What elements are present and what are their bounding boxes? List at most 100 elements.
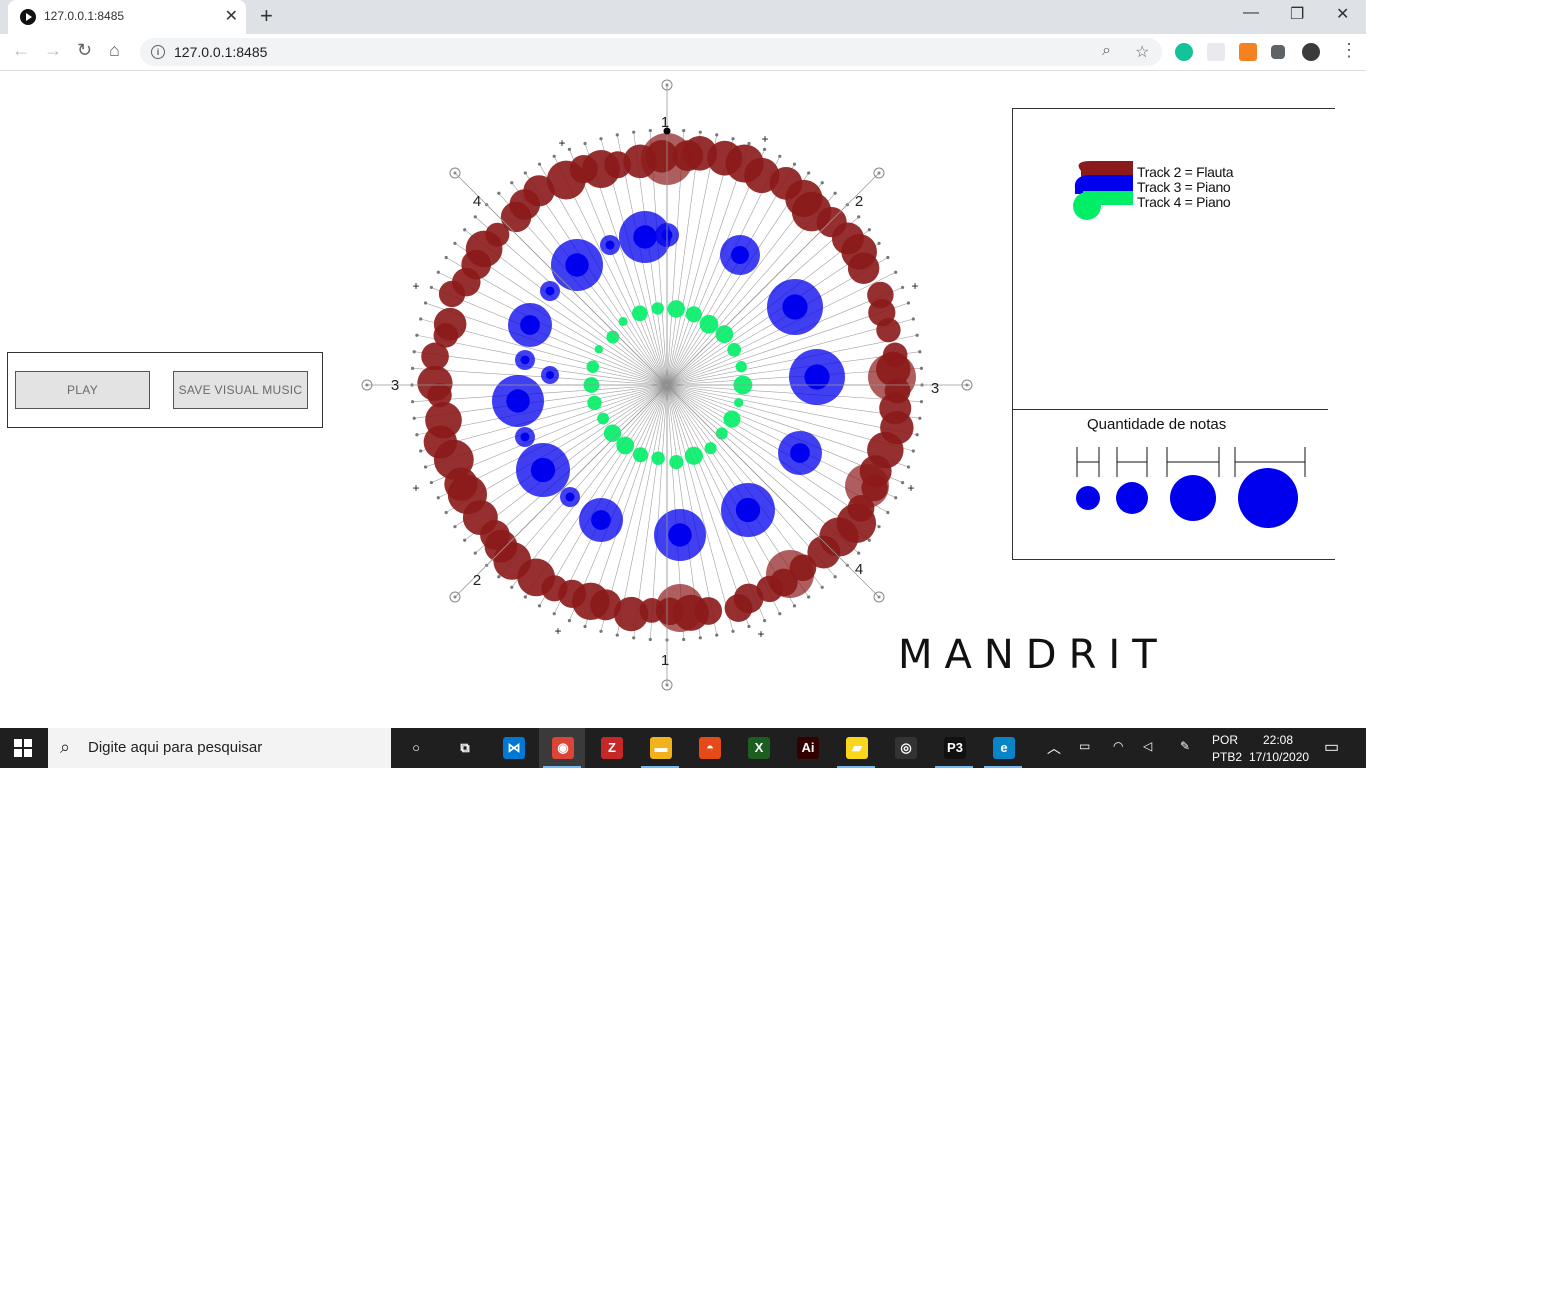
battery-icon[interactable]: ▭ <box>1079 739 1090 753</box>
taskbar-app-xming[interactable]: X <box>735 728 781 768</box>
legend-panel: Track 2 = Flauta Track 3 = Piano Track 4… <box>1012 108 1335 560</box>
language-top[interactable]: POR <box>1212 733 1238 747</box>
site-info-icon[interactable]: i <box>151 45 165 59</box>
tick-dot <box>747 141 751 146</box>
browser-toolbar: ← → ↻ ⌂ i 127.0.0.1:8485 ⌕ ☆ ⋮ <box>0 34 1366 71</box>
clock-date[interactable]: 17/10/2020 <box>1249 750 1309 764</box>
home-button[interactable]: ⌂ <box>109 40 120 61</box>
tick-dot <box>453 241 457 245</box>
pen-icon[interactable]: ✎ <box>1180 739 1190 753</box>
piano-4-note <box>651 302 664 315</box>
tick-dot <box>820 585 824 589</box>
address-bar[interactable]: i 127.0.0.1:8485 ⌕ ☆ <box>140 38 1162 66</box>
taskbar-app-processing[interactable]: P3 <box>931 728 977 768</box>
back-button[interactable]: ← <box>12 40 30 61</box>
taskbar-app-vpn[interactable]: ◓ <box>686 728 732 768</box>
tick-dot <box>877 525 881 529</box>
bookmark-star-icon[interactable]: ☆ <box>1135 42 1149 62</box>
tick-dot <box>833 575 837 579</box>
axis-label-top: 1 <box>661 114 669 131</box>
tick-dot <box>886 510 890 515</box>
browser-tab[interactable]: 127.0.0.1:8485 ✕ <box>8 0 246 34</box>
piano-4-note <box>727 342 741 357</box>
piano-4-note <box>633 447 649 463</box>
piano-4-note <box>669 455 684 470</box>
windows-start-icon[interactable] <box>14 739 32 757</box>
play-button[interactable]: PLAY <box>15 371 150 409</box>
close-window-button[interactable]: ✕ <box>1336 4 1349 24</box>
axis-label-right: 3 <box>931 380 939 397</box>
piano-4-note <box>606 330 620 344</box>
tick-dot <box>567 147 572 152</box>
zoom-icon[interactable]: ⌕ <box>1102 42 1111 60</box>
volume-icon[interactable]: ◁ <box>1143 739 1152 753</box>
edge-icon: e <box>993 737 1015 759</box>
tick-dot <box>552 612 556 616</box>
notifications-icon[interactable]: ▭ <box>1324 737 1339 757</box>
tick-dot <box>444 510 448 515</box>
legend-divider <box>1013 409 1328 410</box>
language-bottom[interactable]: PTB2 <box>1212 750 1242 764</box>
flauta-note <box>425 401 462 439</box>
restore-button[interactable]: ❐ <box>1290 4 1304 24</box>
legend-track-3: Track 3 = Piano <box>1137 179 1231 195</box>
grammarly-extension-icon[interactable] <box>1175 43 1193 61</box>
forward-button[interactable]: → <box>44 40 62 61</box>
tick-dot <box>698 130 702 134</box>
taskbar-app-vscode[interactable]: ⋈ <box>490 728 536 768</box>
tick-dot <box>583 141 587 146</box>
taskbar-app-file-explorer[interactable]: ▬ <box>637 728 683 768</box>
taskbar-app-obs[interactable]: ◎ <box>882 728 928 768</box>
tab-close-icon[interactable]: ✕ <box>225 6 238 26</box>
size-medium-circle <box>1116 482 1148 514</box>
wifi-icon[interactable]: ◠ <box>1113 739 1123 753</box>
axis-end-dot <box>665 83 669 87</box>
search-placeholder[interactable]: Digite aqui para pesquisar <box>88 739 262 756</box>
tick-dot <box>918 350 922 354</box>
cortana-icon: ○ <box>412 740 420 755</box>
url-text[interactable]: 127.0.0.1:8485 <box>174 44 267 60</box>
taskbar-app-cortana[interactable]: ○ <box>392 728 438 768</box>
clock-time[interactable]: 22:08 <box>1263 733 1293 747</box>
taskbar-search[interactable]: ⌕ Digite aqui para pesquisar <box>48 728 391 768</box>
legend-track-2: Track 2 = Flauta <box>1137 164 1234 180</box>
piano-4-note <box>735 361 747 373</box>
tick-dot <box>463 228 467 232</box>
piano-4-note <box>685 306 702 323</box>
piano-3-note-core <box>520 315 540 335</box>
plus-mark: + <box>907 481 914 495</box>
document-extension-icon[interactable] <box>1207 43 1225 61</box>
chrome-menu-icon[interactable]: ⋮ <box>1340 40 1358 61</box>
taskbar-app-edge[interactable]: e <box>980 728 1026 768</box>
tick-dot <box>915 433 919 437</box>
save-visual-music-button[interactable]: SAVE VISUAL MUSIC <box>173 371 308 409</box>
running-indicator <box>543 766 581 768</box>
taskbar-app-sticky-notes[interactable]: ▰ <box>833 728 879 768</box>
tick-dot <box>429 480 434 485</box>
tick-dot <box>731 629 735 633</box>
tick-dot <box>698 636 702 640</box>
profile-avatar[interactable] <box>1302 43 1320 61</box>
taskbar-app-chrome[interactable]: ◉ <box>539 728 585 768</box>
tick-dot <box>919 400 924 404</box>
reload-button[interactable]: ↻ <box>77 40 92 61</box>
tray-overflow-icon[interactable]: ︿ <box>1047 738 1061 758</box>
taskbar-app-zotero[interactable]: Z <box>588 728 634 768</box>
zotero-icon: Z <box>601 737 623 759</box>
new-tab-button[interactable]: + <box>260 3 273 29</box>
tick-dot <box>682 637 686 642</box>
shopping-extension-icon[interactable] <box>1239 43 1257 61</box>
taskbar-app-task-view[interactable]: ⧉ <box>441 728 487 768</box>
tick-dot <box>807 595 811 599</box>
mandala-axes <box>361 79 973 691</box>
axis-label-left: 3 <box>391 377 399 394</box>
tick-dot <box>412 350 416 354</box>
extensions-puzzle-icon[interactable] <box>1271 45 1285 59</box>
piano-4-note <box>715 427 728 440</box>
piano-4-note <box>699 314 719 334</box>
flauta-note-large <box>656 584 704 632</box>
flauta-note-large <box>845 464 889 508</box>
minimize-button[interactable]: — <box>1243 4 1259 22</box>
tick-dot <box>778 612 782 616</box>
taskbar-app-illustrator[interactable]: Ai <box>784 728 830 768</box>
